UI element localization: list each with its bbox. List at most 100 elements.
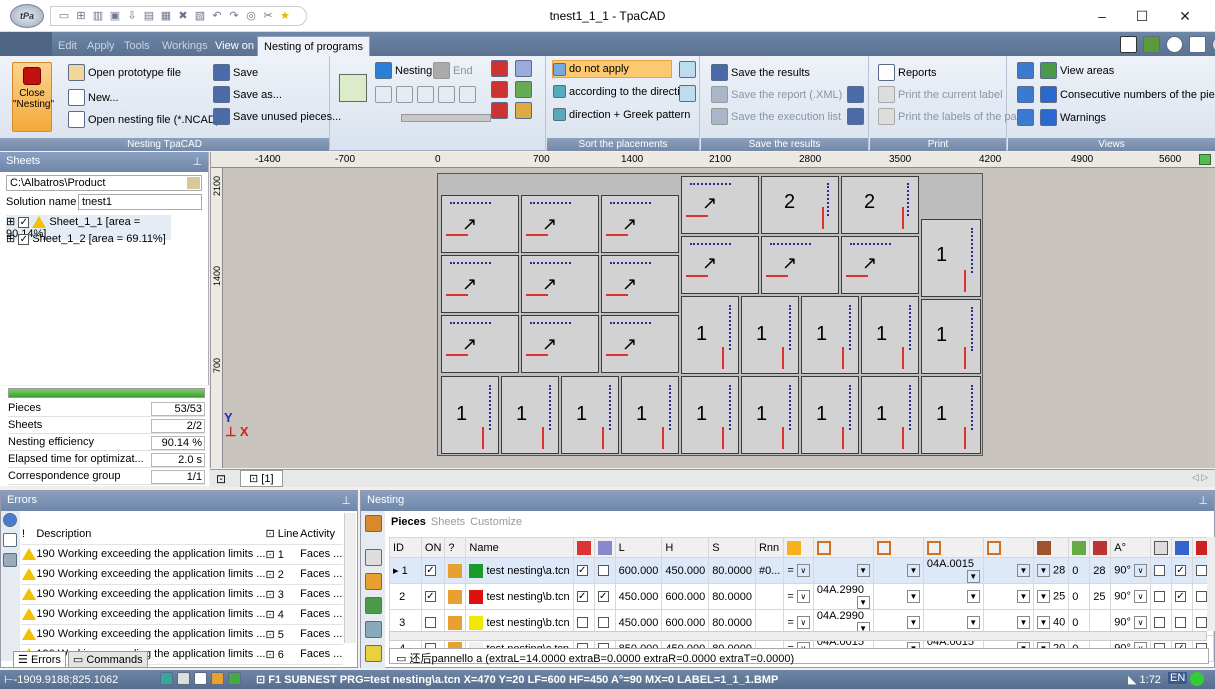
grid-option-icon[interactable]	[515, 102, 532, 119]
checkbox[interactable]	[597, 565, 609, 577]
pin-icon[interactable]: ⊥	[341, 494, 351, 507]
dropdown-icon[interactable]: ▼	[1036, 616, 1050, 629]
nested-piece[interactable]: 1	[441, 376, 499, 454]
nested-piece[interactable]: ↗	[441, 315, 519, 373]
nested-piece[interactable]: ↗	[601, 195, 679, 253]
checkbox[interactable]	[1196, 617, 1207, 629]
checkbox[interactable]	[597, 591, 609, 603]
nested-piece[interactable]: ↗	[601, 255, 679, 313]
color-option-icon[interactable]	[491, 81, 508, 98]
import-pieces-icon[interactable]	[365, 573, 382, 590]
snap-icon[interactable]	[160, 672, 173, 685]
green-icon[interactable]	[228, 672, 241, 685]
checkbox[interactable]	[424, 617, 436, 629]
table-cell[interactable]: ▼	[872, 557, 924, 584]
tab-sheets[interactable]: Sheets	[431, 516, 465, 528]
nesting-button[interactable]: Nesting	[375, 62, 432, 79]
nested-piece[interactable]: 2	[761, 176, 839, 234]
sheet-view-icon[interactable]: ⊡	[216, 472, 226, 486]
open-nesting-button[interactable]: Open nesting file (*.NCAD) ▾	[68, 111, 228, 128]
dropdown-icon[interactable]: ▼	[1016, 590, 1030, 603]
table-cell[interactable]	[754, 583, 785, 610]
table-cell[interactable]: = ∨	[783, 557, 814, 584]
table-cell[interactable]: 04A.2990 ▼	[812, 583, 874, 610]
tab-customize[interactable]: Customize	[470, 516, 522, 528]
tab-apply[interactable]: Apply	[81, 36, 121, 56]
table-cell[interactable]	[1171, 557, 1193, 584]
nested-piece[interactable]: 1	[921, 299, 981, 374]
dropdown-icon[interactable]: ▼	[966, 570, 980, 583]
column-header[interactable]	[982, 537, 1034, 558]
nested-piece[interactable]: ↗	[521, 255, 599, 313]
table-cell[interactable]	[444, 583, 467, 610]
checkbox[interactable]	[18, 216, 30, 228]
table-row[interactable]: 2 test nesting\b.tcn 450.000 600.000 80.000…	[389, 583, 1214, 610]
maximize-button[interactable]: ☐	[1127, 6, 1157, 26]
checkbox[interactable]	[1175, 617, 1186, 629]
table-cell[interactable]: 450.000	[614, 583, 663, 610]
errors-scrollbar[interactable]	[344, 513, 356, 643]
save-button[interactable]: Save	[213, 64, 258, 81]
table-cell[interactable]: test nesting\b.tcn	[465, 583, 574, 610]
table-cell[interactable]: 600.000	[661, 583, 710, 610]
nested-piece[interactable]: 1	[801, 376, 859, 454]
nested-piece[interactable]: 1	[801, 296, 859, 374]
path-field[interactable]: C:\Albatros\Product	[6, 175, 202, 191]
table-cell[interactable]	[593, 583, 616, 610]
table-cell[interactable]: ▸ 1	[389, 557, 422, 584]
prev-icon[interactable]	[417, 86, 434, 103]
column-header[interactable]: ID	[389, 537, 422, 558]
column-header[interactable]	[593, 537, 616, 558]
column-header[interactable]	[1068, 537, 1091, 558]
dropdown-icon[interactable]: ∨	[1134, 616, 1147, 629]
layers-icon[interactable]	[211, 672, 224, 685]
table-cell[interactable]: 0	[1068, 557, 1091, 584]
table-horizontal-scrollbar[interactable]	[389, 631, 1207, 641]
nested-piece[interactable]: 1	[741, 296, 799, 374]
consecutive-numbers-button[interactable]: Consecutive numbers of the pieces	[1040, 86, 1215, 103]
column-header[interactable]: L	[614, 537, 663, 558]
column-header[interactable]	[1032, 537, 1070, 558]
table-row[interactable]: 190 Working exceeding the application li…	[21, 604, 343, 625]
sort-option-2-icon[interactable]	[679, 85, 696, 102]
view-toggle-1-icon[interactable]	[1017, 62, 1034, 79]
tab-nesting-of-programs[interactable]: Nesting of programs	[257, 36, 371, 56]
table-cell[interactable]: 25	[1089, 583, 1112, 610]
sort-option-1-icon[interactable]	[679, 61, 696, 78]
table-cell[interactable]: #0...	[754, 557, 785, 584]
column-header[interactable]: Activity	[300, 524, 343, 545]
column-header[interactable]: A°	[1110, 537, 1151, 558]
fit-option-icon[interactable]	[515, 81, 532, 98]
checkbox[interactable]	[1154, 591, 1165, 603]
first-icon[interactable]	[396, 86, 413, 103]
view-toggle-3-icon[interactable]	[1017, 109, 1034, 126]
table-cell[interactable]: ▼	[872, 583, 924, 610]
dropdown-icon[interactable]: ▼	[856, 564, 870, 577]
nested-piece[interactable]: 1	[681, 376, 739, 454]
table-cell[interactable]: ▼	[982, 557, 1034, 584]
checkbox[interactable]	[576, 617, 588, 629]
nesting-canvas[interactable]: -1400 -700 0 700 1400 2100 2800 3500 420…	[210, 152, 1215, 468]
dropdown-icon[interactable]: ∨	[796, 564, 810, 577]
column-header[interactable]: !	[22, 524, 37, 545]
checkbox[interactable]	[576, 591, 588, 603]
nested-piece[interactable]: ↗	[681, 176, 759, 234]
add-pieces-icon[interactable]	[365, 597, 382, 614]
tab-errors[interactable]: ☰ Errors	[13, 651, 66, 668]
checkbox[interactable]	[18, 233, 30, 245]
table-cell[interactable]: = ∨	[783, 583, 814, 610]
edit-piece-icon[interactable]	[365, 515, 382, 532]
table-cell[interactable]	[1150, 557, 1172, 584]
dropdown-icon[interactable]: ▼	[1036, 564, 1050, 577]
tab-sheet-1[interactable]: ⊡ [1]	[240, 470, 283, 487]
reports-button[interactable]: Reports	[878, 64, 937, 81]
tab-tools[interactable]: Tools	[118, 36, 156, 56]
table-cell[interactable]: 600.000	[614, 557, 663, 584]
dropdown-icon[interactable]: ∨	[1134, 590, 1147, 603]
save-report-option-icon[interactable]	[847, 86, 864, 103]
help-icon[interactable]	[1166, 36, 1183, 53]
nested-piece[interactable]: 1	[681, 296, 739, 374]
view-areas-button[interactable]: View areas	[1040, 62, 1114, 79]
dropdown-icon[interactable]: ▼	[906, 564, 920, 577]
table-cell[interactable]: 90° ∨	[1110, 583, 1151, 610]
